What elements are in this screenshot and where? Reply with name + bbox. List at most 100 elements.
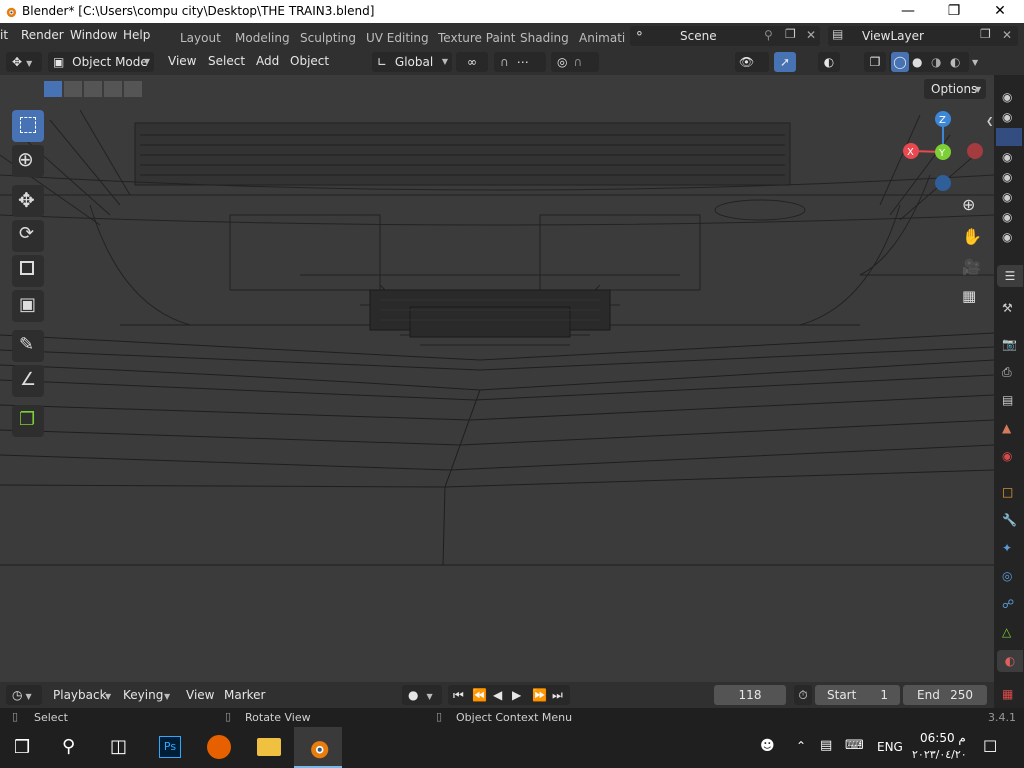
mode-dropdown[interactable]: ▣ Object Mode ▼ bbox=[48, 52, 154, 72]
sidebar-toggle-icon[interactable]: ❮ bbox=[986, 117, 994, 127]
tool-settings-icon[interactable]: ⚒ bbox=[1002, 301, 1013, 315]
keyboard-icon[interactable]: ⌨ bbox=[845, 738, 864, 753]
menu-help[interactable]: Help bbox=[123, 28, 150, 42]
select-subtract-icon[interactable] bbox=[84, 81, 102, 97]
select-intersect-icon[interactable] bbox=[124, 81, 142, 97]
xray-toggle[interactable]: ❐ bbox=[864, 52, 886, 72]
rotate-tool[interactable]: ⟳ bbox=[12, 220, 44, 252]
scene-properties-icon[interactable]: ▲ bbox=[1002, 421, 1011, 435]
camera-icon[interactable]: ◉ bbox=[1002, 230, 1012, 244]
view-layer-properties-icon[interactable]: ▤ bbox=[1002, 393, 1013, 407]
zoom-icon[interactable]: ⊕ bbox=[962, 195, 975, 214]
jump-keyframe-forward-icon[interactable]: ⏩ bbox=[532, 685, 547, 705]
jump-start-icon[interactable]: ⏮ bbox=[453, 685, 464, 705]
pivot-point-button[interactable]: ∞ bbox=[456, 52, 488, 72]
proportional-edit-button[interactable]: ◎ ∩ bbox=[551, 52, 599, 72]
camera-icon[interactable]: ◉ bbox=[1002, 170, 1012, 184]
tab-shading[interactable]: Shading bbox=[520, 31, 569, 45]
pin-icon[interactable]: ⚲ bbox=[764, 28, 773, 42]
pan-hand-icon[interactable]: ✋ bbox=[962, 227, 982, 246]
visibility-button[interactable]: 👁 bbox=[735, 52, 769, 72]
current-frame-field[interactable]: 118 bbox=[714, 685, 786, 705]
editor-type-button[interactable]: ✥ ▼ bbox=[6, 52, 42, 72]
tab-animation[interactable]: Animati bbox=[579, 31, 625, 45]
photoshop-icon[interactable]: Ps bbox=[159, 736, 181, 758]
gizmo-neg-x-axis[interactable] bbox=[967, 143, 983, 159]
maximize-button[interactable]: ❐ bbox=[931, 0, 977, 23]
camera-icon[interactable]: ◉ bbox=[1002, 210, 1012, 224]
delete-scene-icon[interactable]: ✕ bbox=[806, 28, 816, 42]
chevron-up-icon[interactable]: ⌃ bbox=[796, 739, 806, 753]
world-properties-icon[interactable]: ◉ bbox=[1002, 449, 1012, 463]
play-reverse-icon[interactable]: ◀ bbox=[493, 685, 502, 705]
3d-viewport[interactable]: ⊕ ✥ ⟳ ▣ ✎ ∠ ❐ Options ▼ Z X Y ⊕ ✋ 🎥 ▦ ❮ bbox=[0, 75, 994, 682]
minimize-button[interactable]: — bbox=[885, 0, 931, 23]
jump-end-icon[interactable]: ⏭ bbox=[552, 685, 563, 705]
data-properties-icon[interactable]: △ bbox=[1002, 625, 1011, 639]
clock-time[interactable]: 06:50 م bbox=[920, 731, 966, 745]
gizmo-neg-z-axis[interactable] bbox=[935, 175, 951, 191]
play-icon[interactable]: ▶ bbox=[512, 685, 521, 705]
particles-properties-icon[interactable]: ✦ bbox=[1002, 541, 1012, 555]
delete-view-layer-icon[interactable]: ✕ bbox=[1002, 28, 1012, 42]
select-invert-icon[interactable] bbox=[104, 81, 122, 97]
view-layer-selector[interactable]: ▤ ViewLayer ❐ ✕ bbox=[828, 26, 1018, 46]
menu-add[interactable]: Add bbox=[256, 54, 279, 68]
menu-object[interactable]: Object bbox=[290, 54, 329, 68]
timeline-editor-type-button[interactable]: ◷ ▼ bbox=[6, 685, 42, 705]
menu-timeline-view[interactable]: View bbox=[186, 688, 214, 702]
menu-window[interactable]: Window bbox=[70, 28, 117, 42]
people-icon[interactable]: ☻ bbox=[760, 738, 775, 754]
rendered-shading-icon[interactable]: ◐ bbox=[950, 52, 960, 72]
auto-keying-button[interactable]: ● ▼ bbox=[402, 685, 442, 705]
camera-icon[interactable]: ◉ bbox=[1002, 190, 1012, 204]
menu-marker[interactable]: Marker bbox=[224, 688, 265, 702]
start-windows-icon[interactable]: ❒ bbox=[14, 737, 30, 758]
snap-button[interactable]: ∩ ⋯ bbox=[494, 52, 546, 72]
transform-orientation-dropdown[interactable]: ∟ Global ▼ bbox=[372, 52, 452, 72]
wireframe-shading-icon[interactable]: ◯ bbox=[891, 52, 909, 72]
output-properties-icon[interactable]: ⎙ bbox=[1002, 365, 1012, 380]
camera-icon[interactable]: ◉ bbox=[1002, 90, 1012, 104]
scale-tool[interactable] bbox=[12, 255, 44, 287]
task-view-icon[interactable]: ◫ bbox=[110, 736, 127, 757]
menu-render[interactable]: Render bbox=[21, 28, 64, 42]
camera-icon[interactable]: ◉ bbox=[1002, 150, 1012, 164]
render-properties-icon[interactable]: 📷 bbox=[1002, 337, 1017, 351]
firefox-icon[interactable] bbox=[207, 735, 231, 759]
file-explorer-icon[interactable] bbox=[257, 738, 281, 756]
texture-properties-icon[interactable]: ▦ bbox=[1002, 687, 1013, 701]
shading-modes[interactable]: ◯ ● ◑ ◐ bbox=[889, 52, 969, 72]
add-cube-tool[interactable]: ❐ bbox=[12, 405, 44, 437]
select-extend-icon[interactable] bbox=[64, 81, 82, 97]
end-frame-field[interactable]: End 250 bbox=[903, 685, 987, 705]
material-shading-icon[interactable]: ◑ bbox=[931, 52, 941, 72]
properties-editor-icon[interactable]: ☰ bbox=[997, 265, 1023, 287]
select-new-icon[interactable] bbox=[44, 81, 62, 97]
navigation-gizmo[interactable]: Z X Y bbox=[900, 109, 992, 193]
camera-view-icon[interactable]: 🎥 bbox=[962, 258, 981, 276]
preview-range-toggle[interactable]: ⏱ bbox=[794, 685, 812, 705]
material-properties-icon[interactable]: ◐ bbox=[997, 650, 1023, 672]
notifications-icon[interactable]: ☐ bbox=[983, 737, 997, 756]
menu-keying[interactable]: Keying bbox=[123, 688, 163, 702]
object-properties-icon[interactable]: □ bbox=[1002, 485, 1013, 499]
options-dropdown[interactable]: Options ▼ bbox=[924, 79, 986, 99]
close-button[interactable]: ✕ bbox=[977, 0, 1023, 23]
gizmo-toggle[interactable]: ➚ bbox=[774, 52, 796, 72]
menu-view[interactable]: View bbox=[168, 54, 196, 68]
select-box-tool[interactable] bbox=[12, 110, 44, 142]
physics-properties-icon[interactable]: ◎ bbox=[1002, 569, 1012, 583]
solid-shading-icon[interactable]: ● bbox=[912, 52, 922, 72]
scene-selector[interactable]: ⚬ Scene ⚲ ❐ ✕ bbox=[630, 26, 820, 46]
measure-tool[interactable]: ∠ bbox=[12, 365, 44, 397]
tab-uv-editing[interactable]: UV Editing bbox=[366, 31, 429, 45]
language-indicator[interactable]: ENG bbox=[877, 740, 903, 754]
annotate-tool[interactable]: ✎ bbox=[12, 330, 44, 362]
move-tool[interactable]: ✥ bbox=[12, 185, 44, 217]
jump-keyframe-back-icon[interactable]: ⏪ bbox=[472, 685, 487, 705]
cursor-tool[interactable]: ⊕ bbox=[12, 145, 44, 177]
tab-sculpting[interactable]: Sculpting bbox=[300, 31, 356, 45]
shading-options-chevron-icon[interactable]: ▼ bbox=[972, 58, 978, 67]
modifier-properties-icon[interactable]: 🔧 bbox=[1002, 513, 1017, 527]
